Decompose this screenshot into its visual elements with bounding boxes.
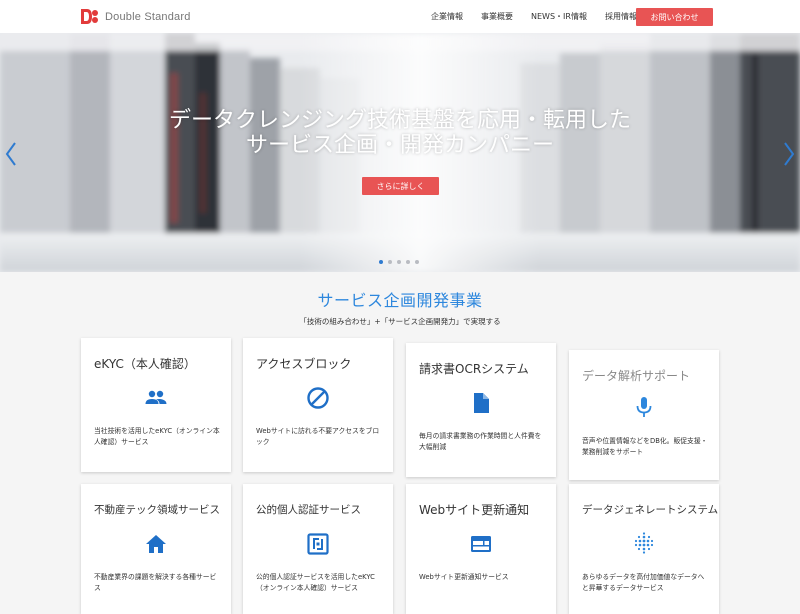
dots-grid-icon (634, 532, 654, 554)
service-card-invoice-ocr[interactable]: 請求書OCRシステム 毎月の請求書業務の作業時間と人件費を大幅削減 (406, 343, 556, 477)
hero-carousel: データクレンジング技術基盤を応用・転用した サービス企画・開発カンパニー さらに… (0, 33, 800, 272)
card-title: データジェネレートシステム (582, 504, 719, 516)
nav-item-recruit[interactable]: 採用情報 (605, 11, 637, 22)
logo[interactable]: Double Standard (81, 9, 191, 24)
card-description: 公的個人認証サービスを活用したeKYC（オンライン本人確認）サービス (256, 573, 375, 592)
card-title: eKYC（本人確認） (94, 357, 196, 371)
carousel-pagination (379, 260, 419, 264)
hero-title-line2: サービス企画・開発カンパニー (245, 133, 554, 158)
main-nav: 企業情報 事業概要 NEWS・IR情報 採用情報 (431, 0, 655, 33)
nav-item-company[interactable]: 企業情報 (431, 11, 463, 22)
carousel-dot-3[interactable] (397, 260, 401, 264)
nav-item-business[interactable]: 事業概要 (481, 11, 513, 22)
card-title: 不動産テック領域サービス (94, 504, 220, 516)
card-description: Webサイト更新通知サービス (419, 573, 509, 581)
contact-button[interactable]: お問い合わせ (636, 8, 713, 26)
hero-title-line1: データクレンジング技術基盤を応用・転用した (168, 108, 631, 133)
service-card-data-analysis[interactable]: データ解析サポート 音声や位置情報などをDB化。販促支援・業務削減をサポート (569, 350, 719, 480)
card-description: 音声や位置情報などをDB化。販促支援・業務削減をサポート (582, 437, 708, 456)
service-card-ekyc[interactable]: eKYC（本人確認） 当社技術を活用したeKYC（オンライン本人確認）サービス (81, 338, 231, 472)
card-title: 請求書OCRシステム (419, 362, 529, 376)
carousel-next-arrow-icon[interactable] (782, 141, 796, 167)
nfc-icon (307, 533, 329, 555)
service-card-access-block[interactable]: アクセスブロック Webサイトに訪れる不要アクセスをブロック (243, 338, 393, 472)
logo-mark-icon (81, 9, 98, 24)
carousel-prev-arrow-icon[interactable] (4, 141, 18, 167)
card-title: データ解析サポート (582, 369, 691, 383)
card-title: アクセスブロック (256, 357, 352, 371)
card-title: Webサイト更新通知 (419, 503, 530, 517)
people-icon (145, 390, 167, 404)
carousel-dot-2[interactable] (388, 260, 392, 264)
logo-text: Double Standard (105, 10, 191, 23)
card-description: 当社技術を活用したeKYC（オンライン本人確認）サービス (94, 427, 220, 446)
hero-title: データクレンジング技術基盤を応用・転用した サービス企画・開発カンパニー (0, 108, 800, 158)
carousel-dot-4[interactable] (406, 260, 410, 264)
web-icon (471, 536, 491, 552)
card-description: Webサイトに訪れる不要アクセスをブロック (256, 427, 380, 446)
service-card-web-update-notice[interactable]: Webサイト更新通知 Webサイト更新通知サービス (406, 484, 556, 614)
document-icon (474, 393, 489, 413)
home-icon (146, 535, 166, 553)
carousel-dot-1[interactable] (379, 260, 383, 264)
carousel-dot-5[interactable] (415, 260, 419, 264)
card-title: 公的個人認証サービス (256, 504, 361, 516)
service-card-real-estate-tech[interactable]: 不動産テック領域サービス 不動産業界の課題を解決する各種サービス (81, 484, 231, 614)
card-description: 毎月の請求書業務の作業時間と人件費を大幅削減 (419, 432, 542, 451)
nav-item-news-ir[interactable]: NEWS・IR情報 (531, 11, 587, 22)
microphone-icon (636, 397, 652, 417)
service-card-public-auth[interactable]: 公的個人認証サービス 公的個人認証サービスを活用したeKYC（オンライン本人確認… (243, 484, 393, 614)
service-card-data-generate[interactable]: データジェネレートシステム あらゆるデータを高付加価値なデータへと昇華するデータ… (569, 484, 719, 614)
card-description: あらゆるデータを高付加価値なデータへと昇華するデータサービス (582, 573, 705, 592)
learn-more-button[interactable]: さらに詳しく (362, 177, 439, 195)
site-header: Double Standard 企業情報 事業概要 NEWS・IR情報 採用情報… (0, 0, 800, 33)
section-subtitle: 「技術の組み合わせ」+「サービス企画開発力」で実現する (299, 317, 501, 326)
section-title: サービス企画開発事業 (317, 291, 483, 310)
block-icon (307, 387, 329, 409)
card-description: 不動産業界の課題を解決する各種サービス (94, 573, 217, 592)
